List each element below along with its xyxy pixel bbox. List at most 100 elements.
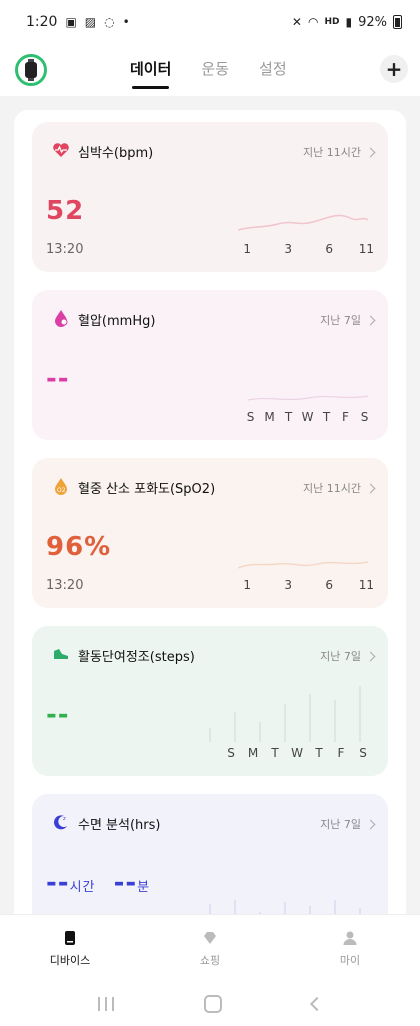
home-icon[interactable] <box>204 995 222 1013</box>
signal-icon: ▮ <box>345 15 353 29</box>
nav-item-shopping[interactable]: 쇼핑 <box>140 915 280 982</box>
axis-tick: S <box>246 410 255 424</box>
mute-icon: ✕ <box>291 15 302 29</box>
sleep-value: --시간 --분 <box>46 868 150 898</box>
axis-tick: M <box>247 746 259 760</box>
axis-tick: S <box>227 746 235 760</box>
steps-bars <box>209 686 361 742</box>
spo2-title: 혈중 산소 포화도(SpO2) <box>78 482 216 497</box>
sleep-period[interactable]: 지난 7일 <box>320 816 376 832</box>
chevron-right-icon <box>365 819 376 829</box>
more-dot-icon: • <box>122 15 130 29</box>
recent-apps-icon[interactable] <box>98 997 114 1011</box>
heart-rate-value: 52 <box>46 196 85 226</box>
axis-tick: 1 <box>243 242 251 256</box>
sleep-hours-value: -- <box>46 868 70 898</box>
axis-tick: 11 <box>358 578 374 592</box>
sleep-title: 수면 분석(hrs) <box>78 818 161 833</box>
spo2-period-label: 지난 11시간 <box>303 482 361 495</box>
oxygen-drop-icon: O2 <box>52 477 70 495</box>
main-content: 심박수(bpm) 지난 11시간 52 13:20 1 3 6 11 혈압(mm… <box>0 96 420 914</box>
nav-item-device[interactable]: 디바이스 <box>0 915 140 982</box>
bottom-nav: 디바이스 쇼핑 마이 <box>0 914 420 982</box>
spo2-period[interactable]: 지난 11시간 <box>303 480 376 496</box>
shoe-icon <box>52 645 70 663</box>
nav-label: 디바이스 <box>49 953 91 967</box>
axis-tick: S <box>359 746 367 760</box>
spo2-time: 13:20 <box>46 578 84 593</box>
heart-rate-axis: 1 3 6 11 <box>210 242 374 256</box>
gallery-icon: ▨ <box>84 15 97 29</box>
battery-icon <box>393 15 402 29</box>
system-nav-bar <box>0 982 420 1026</box>
status-bar: 1:20 ▣ ▨ ◌ • ✕ ◠ HD ▮ 92% <box>0 0 420 44</box>
device-watch-icon[interactable] <box>15 54 47 86</box>
spo2-axis: 1 3 6 11 <box>210 578 374 592</box>
chevron-right-icon <box>365 651 376 661</box>
person-icon <box>343 931 357 945</box>
notification-d-icon: ▣ <box>65 15 77 29</box>
heart-rate-icon <box>52 141 70 159</box>
svg-text:O2: O2 <box>57 487 66 494</box>
nav-item-my[interactable]: 마이 <box>280 915 420 982</box>
axis-tick: W <box>291 746 303 760</box>
spo2-sparkline <box>238 561 368 569</box>
moon-icon: z <box>52 813 70 831</box>
axis-tick: T <box>315 746 323 760</box>
blood-drop-icon <box>52 309 70 327</box>
svg-text:z: z <box>63 816 66 822</box>
blood-pressure-title: 혈압(mmHg) <box>78 314 156 329</box>
heart-rate-period-label: 지난 11시간 <box>303 146 361 159</box>
sleep-minutes-unit: 분 <box>137 880 151 895</box>
app-icon: ◌ <box>104 15 115 29</box>
heart-rate-time: 13:20 <box>46 242 84 257</box>
blood-pressure-value: -- <box>46 364 70 394</box>
chevron-right-icon <box>365 147 376 157</box>
axis-tick: 3 <box>284 242 292 256</box>
heart-rate-title: 심박수(bpm) <box>78 146 154 161</box>
sleep-minutes-value: -- <box>113 868 138 898</box>
sleep-bars <box>209 900 361 914</box>
cards-panel: 심박수(bpm) 지난 11시간 52 13:20 1 3 6 11 혈압(mm… <box>14 110 406 914</box>
steps-card[interactable]: 활동단여정조(steps) 지난 7일 -- S M T W T F S <box>32 626 388 776</box>
top-tabs: 데이터 운동 설정 <box>130 58 287 89</box>
blood-pressure-period-label: 지난 7일 <box>320 314 361 327</box>
axis-tick: 6 <box>325 242 333 256</box>
blood-pressure-axis: S M T W T F S <box>241 410 374 424</box>
tab-data[interactable]: 데이터 <box>130 58 171 89</box>
blood-pressure-sparkline <box>248 395 368 401</box>
spo2-card[interactable]: O2 혈중 산소 포화도(SpO2) 지난 11시간 96% 13:20 1 3… <box>32 458 388 608</box>
blood-pressure-card[interactable]: 혈압(mmHg) 지난 7일 -- S M T W T F S <box>32 290 388 440</box>
heart-rate-period[interactable]: 지난 11시간 <box>303 144 376 160</box>
heart-rate-card[interactable]: 심박수(bpm) 지난 11시간 52 13:20 1 3 6 11 <box>32 122 388 272</box>
sleep-card[interactable]: z 수면 분석(hrs) 지난 7일 --시간 --분 <box>32 794 388 914</box>
back-icon[interactable] <box>309 996 325 1012</box>
battery-percent: 92% <box>358 14 387 30</box>
nav-label: 쇼핑 <box>199 953 221 967</box>
axis-tick: F <box>337 746 345 760</box>
steps-value: -- <box>46 700 70 730</box>
axis-tick: W <box>301 410 314 424</box>
axis-tick: M <box>264 410 275 424</box>
steps-period[interactable]: 지난 7일 <box>320 648 376 664</box>
steps-title: 활동단여정조(steps) <box>78 650 195 665</box>
blood-pressure-period[interactable]: 지난 7일 <box>320 312 376 328</box>
sleep-hours-unit: 시간 <box>69 880 96 895</box>
axis-tick: F <box>342 410 349 424</box>
nav-label: 마이 <box>339 953 361 967</box>
axis-tick: T <box>271 746 279 760</box>
axis-tick: S <box>360 410 369 424</box>
axis-tick: T <box>284 410 293 424</box>
spo2-value: 96% <box>46 532 112 562</box>
axis-tick: 1 <box>243 578 251 592</box>
status-time: 1:20 <box>26 14 58 30</box>
wifi-icon: ◠ <box>307 15 319 29</box>
axis-tick: 3 <box>284 578 292 592</box>
tab-exercise[interactable]: 운동 <box>201 58 229 79</box>
add-button[interactable]: + <box>380 55 408 83</box>
tab-settings[interactable]: 설정 <box>259 58 287 79</box>
axis-tick: 11 <box>358 242 374 256</box>
device-icon <box>65 930 75 945</box>
diamond-icon <box>204 931 216 944</box>
sleep-period-label: 지난 7일 <box>320 818 361 831</box>
